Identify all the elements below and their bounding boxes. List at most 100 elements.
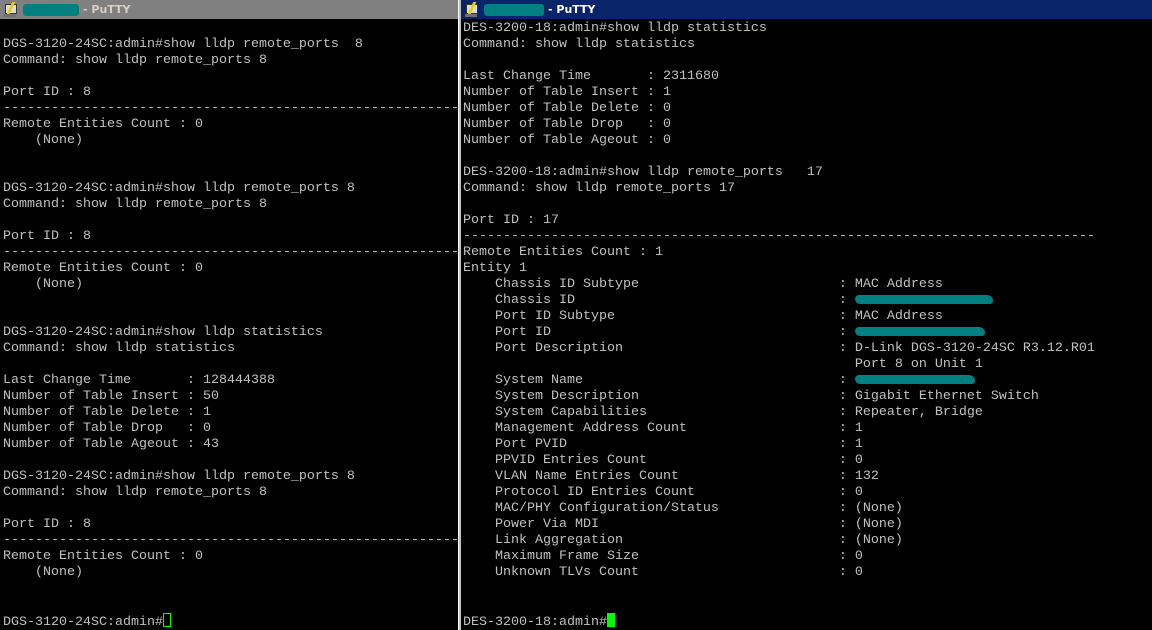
field-label: System Name (494, 373, 583, 388)
field-separator: : (838, 517, 855, 532)
putty-window-right[interactable]: - PuTTY DES-3200-18:admin#show lldp stat… (461, 0, 1152, 630)
field-value: 0 (854, 453, 863, 468)
prompt-line: DES-3200-18:admin# (463, 613, 1152, 630)
field-label: PPVID Entries Count (494, 453, 647, 468)
terminal-line: Number of Table Drop : 0 (463, 117, 671, 132)
terminal-output[interactable]: DES-3200-18:admin#show lldp statistics Co… (463, 21, 1152, 630)
terminal-line: Command: show lldp remote_ports 8 (3, 197, 267, 212)
field-separator: : (838, 277, 855, 292)
terminal-line: Remote Entities Count : 0 (3, 117, 203, 132)
redacted-value (854, 294, 993, 304)
field-label: Maximum Frame Size (494, 549, 639, 564)
field-value: Gigabit Ethernet Switch (854, 389, 1039, 404)
field-separator: : (838, 549, 855, 564)
field-label: Protocol ID Entries Count (494, 485, 695, 500)
terminal-line: ----------------------------------------… (463, 229, 1095, 244)
entity-field-row: Power Via MDI: (None) (463, 517, 1152, 533)
field-separator: : (838, 389, 855, 404)
title-bar[interactable]: - PuTTY (461, 0, 1152, 19)
entity-field-row: Port PVID: 1 (463, 437, 1152, 453)
entity-field-row: MAC/PHY Configuration/Status: (None) (463, 501, 1152, 517)
text-cursor (162, 613, 171, 627)
field-label: System Capabilities (494, 405, 647, 420)
redacted-hostname (23, 3, 79, 16)
redacted-value (854, 374, 975, 384)
field-separator: : (838, 293, 855, 308)
title-bar[interactable]: - PuTTY (0, 0, 458, 19)
field-label: Port ID Subtype (494, 309, 615, 324)
terminal-line: Command: show lldp remote_ports 8 (3, 53, 267, 68)
terminal-line: Remote Entities Count : 0 (3, 261, 203, 276)
field-separator: : (838, 453, 855, 468)
terminal-line: Number of Table Ageout : 0 (463, 133, 671, 148)
text-cursor (606, 613, 615, 627)
field-label: Port ID (494, 325, 551, 340)
prompt-text: DGS-3120-24SC:admin# (3, 615, 163, 630)
entity-field-row: System Name: (463, 373, 1152, 389)
terminal-line: Last Change Time : 128444388 (3, 373, 275, 388)
redacted-hostname (484, 3, 544, 16)
terminal-output[interactable]: DGS-3120-24SC:admin#show lldp remote_por… (3, 21, 458, 630)
entity-field-row: Management Address Count: 1 (463, 421, 1152, 437)
putty-icon[interactable] (3, 1, 19, 18)
field-value: (None) (854, 501, 903, 516)
terminal-line: Number of Table Delete : 1 (3, 405, 211, 420)
putty-window-left[interactable]: - PuTTY DGS-3120-24SC:admin#show lldp re… (0, 0, 458, 630)
terminal-line: Remote Entities Count : 1 (463, 245, 663, 260)
field-value: 1 (854, 437, 863, 452)
field-label: Port PVID (494, 437, 567, 452)
terminal-line: Port ID : 8 (3, 517, 91, 532)
field-label: System Description (494, 389, 639, 404)
terminal-line: DGS-3120-24SC:admin#show lldp remote_por… (3, 469, 355, 484)
entity-field-row: VLAN Name Entries Count: 132 (463, 469, 1152, 485)
putty-icon[interactable] (464, 1, 480, 18)
field-value: MAC Address (854, 309, 943, 324)
terminal-line: DGS-3120-24SC:admin#show lldp statistics (3, 325, 323, 340)
field-label: VLAN Name Entries Count (494, 469, 679, 484)
terminal-line: Number of Table Drop : 0 (3, 421, 211, 436)
terminal-line: ----------------------------------------… (3, 101, 458, 116)
terminal-line: ----------------------------------------… (3, 245, 458, 260)
field-separator: : (838, 421, 855, 436)
field-separator: : (838, 437, 855, 452)
terminal-line: Command: show lldp remote_ports 17 (463, 181, 735, 196)
entity-field-row: Unknown TLVs Count: 0 (463, 565, 1152, 581)
entity-field-row: PPVID Entries Count: 0 (463, 453, 1152, 469)
entity-field-row: Chassis ID Subtype: MAC Address (463, 277, 1152, 293)
field-value: MAC Address (854, 277, 943, 292)
field-separator: : (838, 469, 855, 484)
field-separator: : (838, 325, 855, 340)
entity-field-row: Port 8 on Unit 1 (463, 357, 1152, 373)
terminal-line: Entity 1 (463, 261, 527, 276)
terminal-line: (None) (3, 565, 83, 580)
field-label: Power Via MDI (494, 517, 599, 532)
window-title: - PuTTY (548, 3, 596, 16)
field-separator: : (838, 309, 855, 324)
field-separator (839, 357, 855, 372)
field-value: Port 8 on Unit 1 (854, 357, 983, 372)
terminal-line: ----------------------------------------… (3, 533, 458, 548)
terminal-line: Number of Table Delete : 0 (463, 101, 671, 116)
field-value: D-Link DGS-3120-24SC R3.12.R01 (854, 341, 1095, 356)
field-label: Chassis ID (494, 293, 575, 308)
entity-field-row: System Description: Gigabit Ethernet Swi… (463, 389, 1152, 405)
field-value: 0 (854, 549, 863, 564)
terminal-line: Command: show lldp statistics (3, 341, 235, 356)
field-label: Chassis ID Subtype (494, 277, 639, 292)
redacted-value (854, 326, 985, 336)
entity-field-row: Protocol ID Entries Count: 0 (463, 485, 1152, 501)
terminal-line: (None) (3, 277, 83, 292)
field-value: 132 (854, 469, 879, 484)
field-separator: : (838, 373, 855, 388)
terminal-line: Number of Table Insert : 50 (3, 389, 219, 404)
field-label: MAC/PHY Configuration/Status (494, 501, 719, 516)
